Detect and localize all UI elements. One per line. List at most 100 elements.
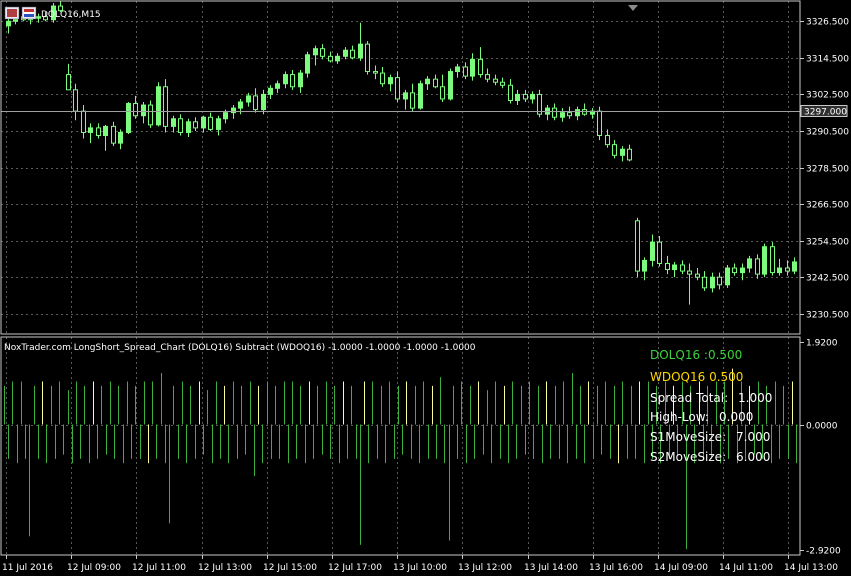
bull-candle: [298, 72, 303, 88]
flag-icon-stripe-2: [24, 12, 34, 14]
time-tick-label: 14 Jul 11:00: [719, 563, 773, 573]
bear-candle: [687, 270, 692, 275]
bear-candle: [433, 78, 438, 88]
bear-candle: [440, 86, 445, 100]
bull-candle: [448, 71, 453, 100]
bull-candle: [268, 87, 273, 95]
bear-candle: [73, 89, 78, 112]
bull-candle: [141, 104, 146, 117]
bear-candle: [702, 276, 707, 289]
bear-candle: [395, 77, 400, 100]
bull-candle: [343, 49, 348, 57]
flag-icon-stripe-3: [24, 14, 34, 17]
bull-candle: [313, 48, 318, 56]
bull-candle: [455, 66, 460, 73]
bear-candle: [350, 49, 355, 59]
time-tick-label: 14 Jul 09:00: [654, 563, 708, 573]
bear-candle: [567, 112, 572, 117]
price-tick-label: 3230.500: [806, 311, 849, 321]
time-tick-label: 12 Jul 13:00: [198, 563, 252, 573]
bear-candle: [320, 48, 325, 57]
bear-candle: [523, 93, 528, 100]
bull-candle: [710, 276, 715, 289]
bear-candle: [81, 110, 86, 133]
bear-candle: [463, 66, 468, 77]
bear-candle: [508, 84, 513, 101]
bull-candle: [725, 267, 730, 286]
chart-type-icon-inner: [7, 9, 17, 17]
bear-candle: [605, 135, 610, 146]
bull-candle: [275, 83, 280, 89]
bear-candle: [365, 43, 370, 73]
price-tick-label: 3278.500: [806, 165, 849, 175]
price-tick-label: 3290.500: [806, 128, 849, 138]
indicator-tick-label: -2.9200: [806, 547, 841, 557]
bear-candle: [96, 127, 101, 137]
bear-candle: [328, 55, 333, 62]
bear-candle: [163, 86, 168, 127]
dolq16-ratio-label: DOLQ16 :0.500: [650, 348, 742, 362]
bear-candle: [665, 262, 670, 271]
bull-candle: [515, 93, 520, 101]
time-tick-label: 13 Jul 14:00: [524, 563, 578, 573]
bear-candle: [680, 264, 685, 272]
bull-candle: [88, 127, 93, 133]
bull-candle: [103, 125, 108, 137]
bull-candle: [740, 267, 745, 274]
bear-candle: [478, 58, 483, 76]
bear-candle: [178, 118, 183, 133]
price-axis[interactable]: 3326.500 3314.500 3302.500 3290.500 3278.500…: [800, 18, 849, 321]
bull-candle: [672, 264, 677, 271]
bull-candle: [747, 258, 752, 269]
bull-candle: [792, 261, 797, 272]
flag-icon-stripe-1: [24, 9, 34, 12]
bull-candle: [216, 118, 221, 130]
time-tick-label: 13 Jul 12:00: [458, 563, 512, 573]
bull-candle: [283, 74, 288, 85]
bear-candle: [373, 71, 378, 74]
symbol-title: DOLQ16,M15: [41, 10, 101, 20]
bear-candle: [208, 116, 213, 130]
bull-candle: [418, 83, 423, 109]
wdoq16-ratio-label: WDOQ16 0.500: [650, 370, 743, 384]
bear-candle: [770, 246, 775, 274]
bear-candle: [732, 267, 737, 274]
bear-candle: [493, 78, 498, 83]
bull-candle: [171, 118, 176, 127]
s2-move-size-label: S2MoveSize:: [650, 450, 726, 464]
bull-candle: [335, 55, 340, 62]
bear-candle: [500, 81, 505, 86]
bear-candle: [657, 241, 662, 264]
bull-candle: [118, 131, 123, 144]
bull-candle: [358, 43, 363, 59]
price-tick-label: 3266.500: [806, 201, 849, 211]
bull-candle: [261, 93, 266, 111]
price-tick-label: 3242.500: [806, 274, 849, 284]
bear-candle: [485, 74, 490, 80]
bull-candle: [620, 148, 625, 156]
bear-candle: [148, 104, 153, 126]
time-tick-label: 12 Jul 09:00: [67, 563, 121, 573]
time-tick-label: 12 Jul 17:00: [328, 563, 382, 573]
s2-move-size-value: 6.000: [736, 450, 770, 464]
bear-candle: [133, 103, 138, 117]
bear-candle: [380, 72, 385, 85]
indicator-tick-label: 1.9200: [806, 339, 838, 349]
time-tick-label: 12 Jul 15:00: [263, 563, 317, 573]
bull-candle: [186, 121, 191, 133]
bull-candle: [425, 78, 430, 85]
bull-candle: [246, 95, 251, 103]
bear-candle: [612, 144, 617, 156]
bull-candle: [223, 112, 228, 120]
bull-candle: [156, 86, 161, 126]
bear-candle: [290, 74, 295, 88]
bear-candle: [785, 267, 790, 272]
bear-candle: [755, 258, 760, 275]
bear-candle: [193, 121, 198, 129]
bull-candle: [560, 112, 565, 118]
trading-chart-canvas: 3326.500 3314.500 3302.500 3290.500 3278.500…: [0, 0, 851, 576]
bear-candle: [717, 276, 722, 286]
time-tick-label: 12 Jul 11:00: [132, 563, 186, 573]
bull-candle: [238, 101, 243, 109]
bear-candle: [627, 148, 632, 161]
